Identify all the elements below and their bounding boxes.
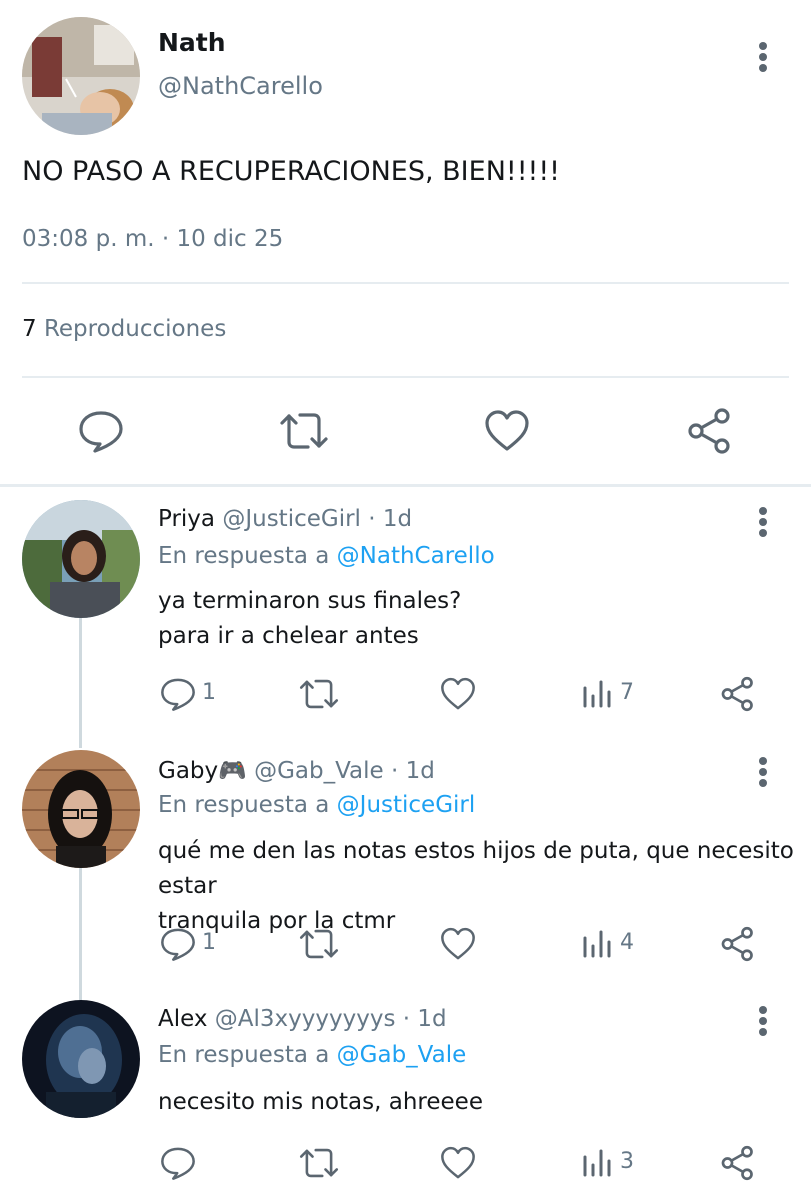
more-icon[interactable] — [753, 755, 773, 789]
separator: · — [402, 1006, 411, 1032]
reply-header[interactable]: Alex @Al3xyyyyyyys · 1d — [158, 1006, 447, 1032]
mention-link[interactable]: @Gab_Vale — [337, 1042, 467, 1068]
reply-icon[interactable] — [78, 409, 124, 453]
reply-text-line: qué me den las notas estos hijos de puta… — [158, 838, 794, 899]
like-icon[interactable] — [440, 676, 476, 712]
author-handle[interactable]: @NathCarello — [158, 72, 323, 100]
reply-prefix: En respuesta a — [158, 792, 330, 818]
like-icon[interactable] — [440, 926, 476, 962]
retweet-icon[interactable] — [298, 926, 340, 962]
divider — [22, 376, 789, 378]
thread-line — [79, 868, 82, 1000]
reply-author-name[interactable]: Alex — [158, 1006, 207, 1032]
main-tweet: Nath @NathCarello NO PASO A RECUPERACION… — [0, 0, 811, 487]
views-count: 3 — [620, 1149, 634, 1174]
tweet-text: NO PASO A RECUPERACIONES, BIEN!!!!! — [22, 156, 561, 187]
reply-icon[interactable] — [160, 926, 196, 962]
avatar[interactable] — [22, 500, 140, 618]
reply-text-line: ya terminaron sus finales? — [158, 588, 462, 614]
reply-count: 1 — [202, 930, 216, 955]
reply-time[interactable]: 1d — [417, 1006, 446, 1032]
more-icon[interactable] — [753, 40, 773, 74]
views-icon[interactable] — [582, 680, 612, 708]
views-icon[interactable] — [582, 930, 612, 958]
reply-text-line: necesito mis notas, ahreeee — [158, 1089, 483, 1115]
reply-time[interactable]: 1d — [406, 758, 435, 784]
reply-count: 1 — [202, 680, 216, 705]
reply-header[interactable]: Priya @JusticeGirl · 1d — [158, 506, 412, 532]
reply-text: ya terminaron sus finales? para ir a che… — [158, 584, 798, 654]
share-icon[interactable] — [720, 676, 756, 712]
views-icon[interactable] — [582, 1149, 612, 1177]
separator: · — [391, 758, 399, 784]
author-name[interactable]: Nath — [158, 28, 226, 57]
views-count: 4 — [620, 930, 634, 955]
like-icon[interactable] — [440, 1145, 476, 1181]
retweet-icon[interactable] — [278, 409, 330, 453]
share-icon[interactable] — [720, 926, 756, 962]
views-count: 7 — [22, 316, 37, 342]
mention-link[interactable]: @NathCarello — [337, 543, 495, 569]
tweet-timestamp[interactable]: 03:08 p. m. · 10 dic 25 — [22, 226, 283, 252]
divider — [22, 282, 789, 284]
avatar[interactable] — [22, 750, 140, 868]
reply-text-line: tranquila por la ctmr — [158, 908, 396, 934]
reply-header[interactable]: Gaby🎮 @Gab_Vale · 1d — [158, 757, 435, 784]
reply-text-line: para ir a chelear antes — [158, 623, 419, 649]
reply-author-handle[interactable]: @Al3xyyyyyyys — [215, 1006, 396, 1032]
section-divider — [0, 484, 811, 487]
reply-author-handle[interactable]: @Gab_Vale — [254, 758, 384, 784]
retweet-icon[interactable] — [298, 1145, 340, 1181]
reply-icon[interactable] — [160, 676, 196, 712]
reply-text: qué me den las notas estos hijos de puta… — [158, 834, 798, 939]
separator: · — [368, 506, 376, 532]
views-count: 7 — [620, 680, 634, 705]
reply-author-handle[interactable]: @JusticeGirl — [222, 506, 361, 532]
avatar[interactable] — [22, 1000, 140, 1118]
reply-time[interactable]: 1d — [383, 506, 412, 532]
reply-prefix: En respuesta a — [158, 1042, 330, 1068]
like-icon[interactable] — [484, 409, 530, 453]
mention-link[interactable]: @JusticeGirl — [337, 792, 476, 818]
reply-prefix: En respuesta a — [158, 543, 330, 569]
share-icon[interactable] — [720, 1145, 756, 1181]
reply-author-name[interactable]: Priya — [158, 506, 215, 532]
views-label: Reproducciones — [43, 316, 227, 342]
in-reply-to: En respuesta a @JusticeGirl — [158, 792, 475, 818]
in-reply-to: En respuesta a @Gab_Vale — [158, 1042, 466, 1068]
reply-author-name[interactable]: Gaby🎮 — [158, 758, 247, 784]
reply-text: necesito mis notas, ahreeee — [158, 1085, 798, 1120]
more-icon[interactable] — [753, 1004, 773, 1038]
avatar[interactable] — [22, 17, 140, 135]
more-icon[interactable] — [753, 505, 773, 539]
views-stat[interactable]: 7 Reproducciones — [22, 316, 226, 342]
in-reply-to: En respuesta a @NathCarello — [158, 543, 495, 569]
retweet-icon[interactable] — [298, 676, 340, 712]
thread-line — [79, 618, 82, 748]
reply-icon[interactable] — [160, 1145, 196, 1181]
share-icon[interactable] — [686, 407, 734, 455]
